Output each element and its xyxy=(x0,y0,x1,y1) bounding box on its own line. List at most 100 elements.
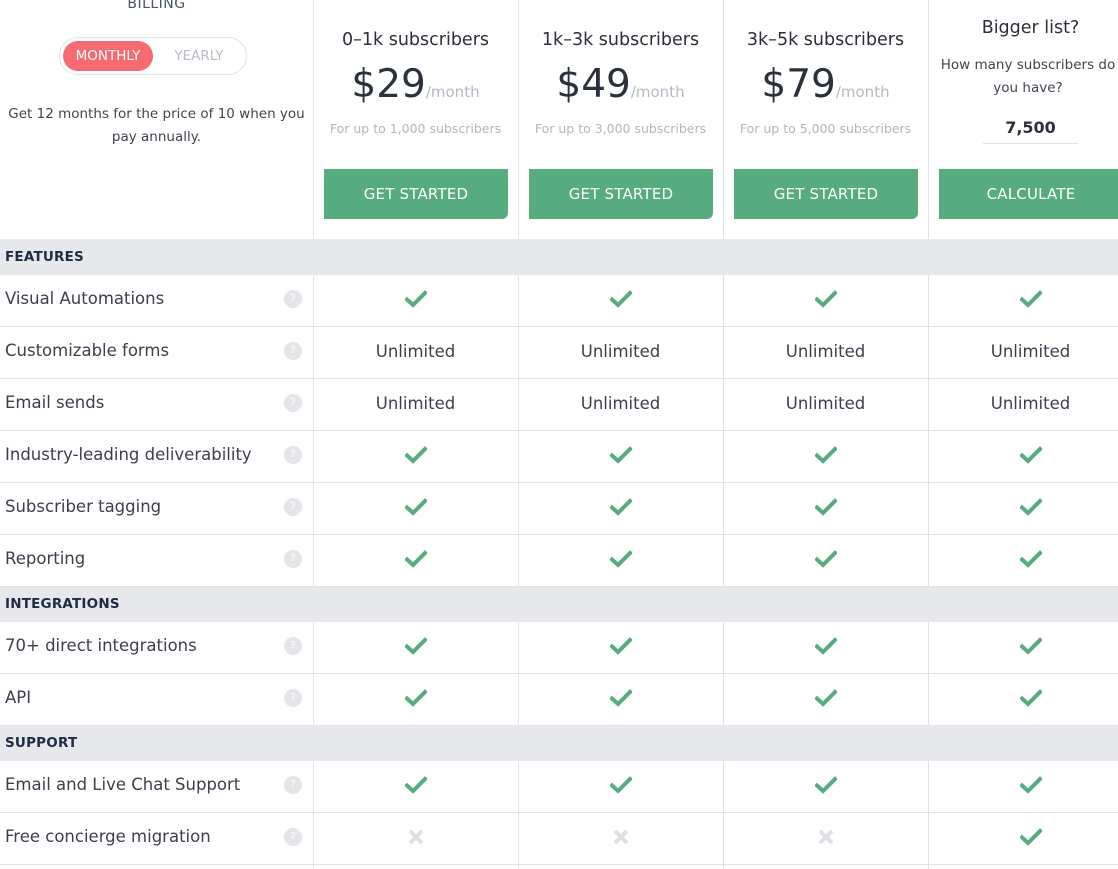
toggle-monthly[interactable]: MONTHLY xyxy=(63,41,153,71)
check-icon xyxy=(928,813,1118,863)
check-icon xyxy=(313,761,518,811)
check-icon xyxy=(723,483,928,533)
check-icon xyxy=(609,497,632,516)
check-icon xyxy=(814,289,837,308)
check-icon xyxy=(1019,827,1042,846)
bigger-list-card: Bigger list? How many subscribers do you… xyxy=(928,0,1118,239)
check-icon xyxy=(928,761,1118,811)
section-header-integrations: INTEGRATIONS xyxy=(0,587,1118,622)
check-icon xyxy=(404,775,427,794)
plan-card: 0–1k subscribers $29/month For up to 1,0… xyxy=(313,0,518,239)
help-icon[interactable]: ? xyxy=(284,776,302,794)
check-icon xyxy=(928,431,1118,481)
check-icon xyxy=(404,497,427,516)
feature-label: Visual Automations xyxy=(5,289,165,308)
price-amount: $79 xyxy=(761,62,836,107)
plan-card: 3k–5k subscribers $79/month For up to 5,… xyxy=(723,0,928,239)
check-icon xyxy=(518,535,723,585)
price-period: /month xyxy=(630,83,685,101)
check-icon xyxy=(609,688,632,707)
price-amount: $29 xyxy=(351,62,426,107)
check-icon xyxy=(723,431,928,481)
cross-icon xyxy=(313,813,518,863)
bigger-list-question: How many subscribers do you have? xyxy=(940,57,1116,96)
check-icon xyxy=(313,535,518,585)
plan-name: 3k–5k subscribers xyxy=(746,30,905,50)
help-icon[interactable]: ? xyxy=(284,342,302,360)
check-icon xyxy=(814,549,837,568)
check-icon xyxy=(518,275,723,325)
help-icon[interactable]: ? xyxy=(284,290,302,308)
feature-label: Reporting xyxy=(5,549,86,568)
cross-icon xyxy=(613,829,628,844)
check-icon xyxy=(723,674,928,724)
table-row: Free concierge migration? xyxy=(0,813,1118,865)
check-icon xyxy=(814,775,837,794)
cross-icon xyxy=(518,813,723,863)
feature-value: Unlimited xyxy=(990,394,1071,413)
help-icon[interactable]: ? xyxy=(284,828,302,846)
feature-label: API xyxy=(5,688,32,707)
check-icon xyxy=(518,622,723,672)
check-icon xyxy=(814,688,837,707)
check-icon xyxy=(928,674,1118,724)
section-title: SUPPORT xyxy=(5,735,78,751)
section-title: FEATURES xyxy=(5,249,84,265)
table-row: Industry-leading deliverability? xyxy=(0,431,1118,483)
check-icon xyxy=(518,761,723,811)
help-icon[interactable]: ? xyxy=(284,550,302,568)
check-icon xyxy=(609,445,632,464)
table-row: Email sends? Unlimited Unlimited Unlimited U… xyxy=(0,379,1118,431)
feature-value: Unlimited xyxy=(990,342,1071,361)
check-icon xyxy=(518,674,723,724)
get-started-button[interactable]: GET STARTED xyxy=(529,169,713,219)
price-period: /month xyxy=(835,83,890,101)
subscriber-count-input[interactable] xyxy=(983,112,1078,144)
cross-icon xyxy=(818,829,833,844)
check-icon xyxy=(313,622,518,672)
section-header-support: SUPPORT xyxy=(0,726,1118,761)
section-header-features: FEATURES xyxy=(0,239,1118,275)
check-icon xyxy=(723,275,928,325)
check-icon xyxy=(609,549,632,568)
table-row: Email and Live Chat Support? xyxy=(0,761,1118,813)
table-row: Visual Automations? xyxy=(0,275,1118,327)
check-icon xyxy=(814,497,837,516)
check-icon xyxy=(609,775,632,794)
billing-panel: BILLING MONTHLY YEARLY Get 12 months for… xyxy=(0,0,313,239)
bigger-list-title: Bigger list? xyxy=(981,18,1080,38)
help-icon[interactable]: ? xyxy=(284,637,302,655)
check-icon xyxy=(1019,445,1042,464)
table-row: 70+ direct integrations? xyxy=(0,622,1118,674)
help-icon[interactable]: ? xyxy=(284,446,302,464)
feature-label: Industry-leading deliverability xyxy=(5,445,252,464)
check-icon xyxy=(1019,688,1042,707)
check-icon xyxy=(313,483,518,533)
calculate-button[interactable]: CALCULATE xyxy=(939,169,1118,219)
check-icon xyxy=(723,535,928,585)
price-period: /month xyxy=(425,83,480,101)
check-icon xyxy=(518,483,723,533)
price-amount: $49 xyxy=(556,62,631,107)
plan-subtitle: For up to 1,000 subscribers xyxy=(329,121,502,136)
feature-value: Unlimited xyxy=(375,394,456,413)
billing-note: Get 12 months for the price of 10 when y… xyxy=(8,106,305,145)
check-icon xyxy=(313,431,518,481)
check-icon xyxy=(723,761,928,811)
help-icon[interactable]: ? xyxy=(284,689,302,707)
feature-value: Unlimited xyxy=(580,394,661,413)
check-icon xyxy=(404,688,427,707)
get-started-button[interactable]: GET STARTED xyxy=(734,169,918,219)
check-icon xyxy=(609,636,632,655)
check-icon xyxy=(928,622,1118,672)
help-icon[interactable]: ? xyxy=(284,498,302,516)
billing-toggle[interactable]: MONTHLY YEARLY xyxy=(59,37,247,75)
toggle-yearly[interactable]: YEARLY xyxy=(157,41,241,71)
check-icon xyxy=(723,622,928,672)
plan-name: 0–1k subscribers xyxy=(341,30,489,50)
section-title: INTEGRATIONS xyxy=(5,596,120,612)
feature-label: Email and Live Chat Support xyxy=(5,775,241,794)
get-started-button[interactable]: GET STARTED xyxy=(324,169,508,219)
check-icon xyxy=(609,289,632,308)
help-icon[interactable]: ? xyxy=(284,394,302,412)
